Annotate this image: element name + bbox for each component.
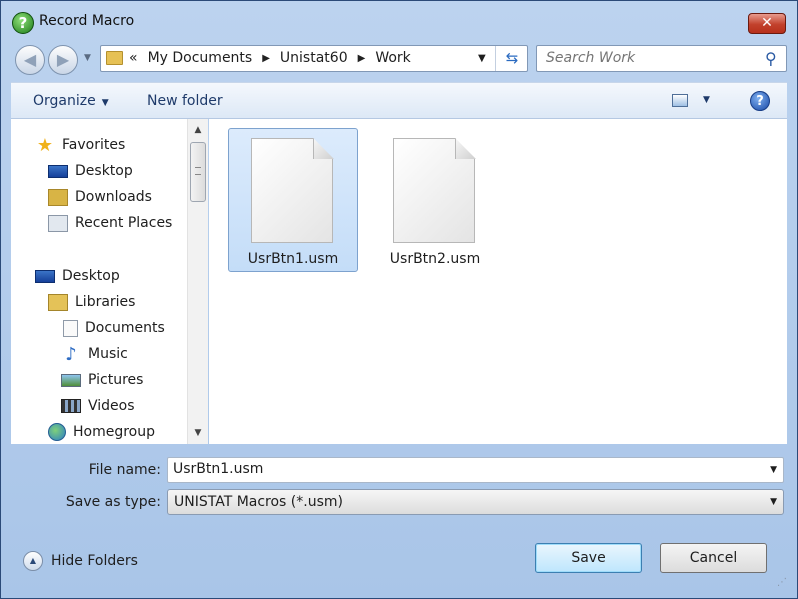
chevron-up-icon: ▲ bbox=[23, 551, 43, 571]
desktop-icon bbox=[35, 269, 55, 283]
back-button[interactable]: ◀ bbox=[15, 45, 45, 75]
resize-grip-icon[interactable]: ⋰ bbox=[777, 577, 787, 588]
grip-icon bbox=[195, 167, 201, 175]
organize-label: Organize bbox=[33, 93, 96, 109]
nav-item-libraries[interactable]: Libraries bbox=[48, 290, 135, 314]
window-title: Record Macro bbox=[39, 13, 135, 29]
hide-folders-button[interactable]: ▲ Hide Folders bbox=[23, 551, 138, 571]
nav-label: Music bbox=[88, 346, 128, 362]
navigation-scrollbar[interactable]: ▲ ▼ bbox=[187, 119, 208, 444]
file-item-usrbtn1[interactable]: UsrBtn1.usm bbox=[228, 128, 358, 272]
save-as-type-select[interactable]: UNISTAT Macros (*.usm) ▼ bbox=[167, 489, 784, 515]
nav-item-desktop[interactable]: Desktop bbox=[35, 264, 120, 288]
nav-label: Homegroup bbox=[73, 424, 156, 440]
save-button[interactable]: Save bbox=[535, 543, 642, 573]
refresh-icon[interactable]: ⇆ bbox=[495, 46, 528, 71]
help-icon[interactable]: ? bbox=[750, 91, 770, 111]
command-bar: Organize ▼ New folder ▼ ? bbox=[11, 82, 787, 119]
page-fold-icon bbox=[313, 138, 334, 159]
nav-label: Libraries bbox=[75, 294, 136, 310]
pictures-icon bbox=[61, 373, 81, 387]
scroll-thumb[interactable] bbox=[190, 142, 206, 202]
chevron-right-icon[interactable]: ▶ bbox=[358, 53, 366, 64]
app-help-icon: ? bbox=[12, 12, 34, 34]
star-icon: ★ bbox=[36, 134, 54, 156]
folder-icon bbox=[106, 51, 123, 65]
file-list: UsrBtn1.usm UsrBtn2.usm bbox=[209, 119, 787, 444]
breadcrumb-unistat60[interactable]: Unistat60 bbox=[280, 50, 348, 66]
chevron-down-icon[interactable]: ▼ bbox=[703, 95, 710, 105]
film-strip-icon bbox=[61, 399, 81, 413]
navigation-pane: ★ Favorites Desktop Downloads Recent Plac… bbox=[11, 119, 208, 444]
homegroup-icon bbox=[48, 423, 66, 441]
recent-locations-dropdown[interactable]: ▼ bbox=[84, 53, 91, 63]
record-macro-dialog: ? Record Macro ✕ ◀ ▶ ▼ « My Documents ▶ … bbox=[0, 0, 798, 599]
chevron-right-icon[interactable]: ▶ bbox=[262, 53, 270, 64]
scroll-up-icon[interactable]: ▲ bbox=[188, 121, 208, 139]
chevron-down-icon[interactable]: ▼ bbox=[770, 465, 777, 475]
breadcrumb-my-documents[interactable]: My Documents bbox=[148, 50, 253, 66]
chevron-down-icon: ▼ bbox=[101, 98, 109, 108]
breadcrumb: « My Documents ▶ Unistat60 ▶ Work bbox=[129, 50, 411, 66]
nav-item-pictures[interactable]: Pictures bbox=[61, 368, 143, 392]
file-item-usrbtn2[interactable]: UsrBtn2.usm bbox=[370, 128, 500, 272]
file-name-field[interactable]: ▼ bbox=[167, 457, 784, 483]
nav-item-favorites[interactable]: ★ Favorites bbox=[35, 133, 125, 157]
save-as-type-value: UNISTAT Macros (*.usm) bbox=[174, 494, 343, 510]
hide-folders-label: Hide Folders bbox=[51, 553, 138, 569]
search-icon[interactable]: ⚲ bbox=[765, 49, 777, 68]
nav-label: Documents bbox=[85, 320, 165, 336]
desktop-icon bbox=[48, 164, 68, 178]
breadcrumb-work[interactable]: Work bbox=[375, 50, 410, 66]
search-input[interactable] bbox=[546, 50, 756, 66]
change-view-icon[interactable] bbox=[672, 94, 688, 107]
file-name-label: File name: bbox=[88, 462, 161, 478]
nav-label: Videos bbox=[88, 398, 135, 414]
new-folder-button[interactable]: New folder bbox=[147, 93, 223, 109]
music-note-icon: ♪ bbox=[65, 343, 77, 365]
nav-item-downloads[interactable]: Downloads bbox=[48, 185, 152, 209]
title-bar: ? Record Macro ✕ bbox=[1, 1, 797, 41]
file-name-input[interactable] bbox=[173, 461, 753, 477]
nav-item-documents[interactable]: Documents bbox=[63, 316, 165, 340]
close-button[interactable]: ✕ bbox=[748, 13, 786, 34]
nav-item-recent-places[interactable]: Recent Places bbox=[48, 211, 172, 235]
nav-label: Desktop bbox=[75, 163, 133, 179]
nav-item-desktop-favorite[interactable]: Desktop bbox=[48, 159, 133, 183]
nav-item-videos[interactable]: Videos bbox=[61, 394, 135, 418]
forward-button[interactable]: ▶ bbox=[48, 45, 78, 75]
nav-label: Pictures bbox=[88, 372, 144, 388]
chevron-down-icon[interactable]: ▼ bbox=[478, 53, 486, 64]
cancel-button[interactable]: Cancel bbox=[660, 543, 767, 573]
file-name-label: UsrBtn1.usm bbox=[247, 251, 339, 267]
organize-menu[interactable]: Organize ▼ bbox=[33, 93, 109, 109]
nav-item-homegroup[interactable]: Homegroup bbox=[48, 420, 155, 444]
chevron-down-icon: ▼ bbox=[770, 497, 777, 507]
save-as-type-label: Save as type: bbox=[65, 494, 161, 510]
file-name-label: UsrBtn2.usm bbox=[389, 251, 481, 267]
nav-item-music[interactable]: ♪ Music bbox=[61, 342, 128, 366]
libraries-icon bbox=[48, 293, 68, 311]
nav-label: Recent Places bbox=[75, 215, 173, 231]
documents-icon bbox=[63, 319, 78, 337]
search-box[interactable]: ⚲ bbox=[536, 45, 787, 72]
address-bar[interactable]: « My Documents ▶ Unistat60 ▶ Work ▼ ⇆ bbox=[100, 45, 528, 72]
downloads-folder-icon bbox=[48, 188, 68, 206]
scroll-down-icon[interactable]: ▼ bbox=[188, 424, 208, 442]
recent-places-icon bbox=[48, 214, 68, 232]
nav-label: Desktop bbox=[62, 268, 120, 284]
breadcrumb-overflow[interactable]: « bbox=[129, 50, 138, 66]
page-fold-icon bbox=[455, 138, 476, 159]
nav-label: Favorites bbox=[62, 137, 126, 153]
nav-label: Downloads bbox=[75, 189, 152, 205]
